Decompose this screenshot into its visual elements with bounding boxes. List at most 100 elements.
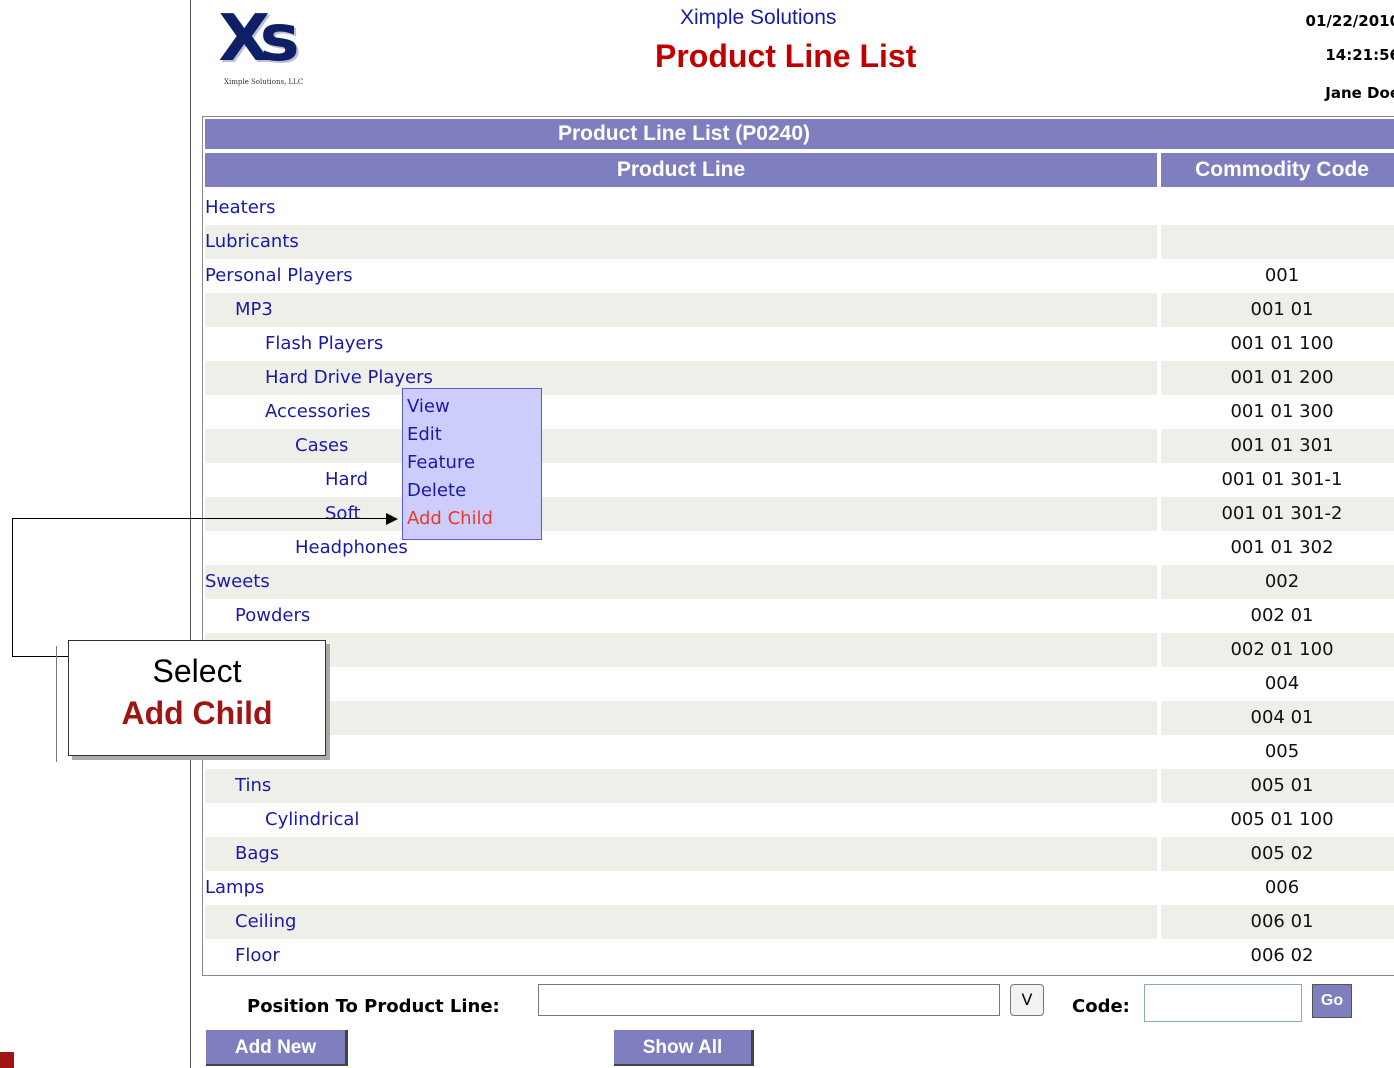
callout-tick-left (56, 646, 57, 762)
table-row: Powders 002 01 (205, 599, 1394, 633)
commodity-code-cell: 001 01 301-1 (1221, 469, 1343, 490)
table-row: 005 (205, 735, 1394, 769)
product-line-link[interactable]: Hard (205, 463, 1157, 497)
table-caption-text: Product Line List (P0240) (557, 122, 811, 145)
commodity-code-cell: 001 01 200 (1161, 361, 1394, 395)
product-line-link[interactable] (205, 735, 1157, 769)
table-row: Personal Players 001 (205, 259, 1394, 293)
menu-item-edit[interactable]: Edit (407, 421, 442, 449)
commodity-code-cell: 004 01 (1161, 701, 1394, 735)
header-user: Jane Doe (1325, 84, 1394, 102)
position-label: Position To Product Line: (247, 996, 500, 1017)
context-menu: View Edit Feature Delete Add Child (402, 388, 542, 540)
product-line-link[interactable]: Flash Players (205, 327, 1157, 361)
commodity-code-cell: 002 01 100 (1161, 633, 1394, 667)
commodity-code-cell: 006 02 (1250, 945, 1314, 966)
show-all-button[interactable]: Show All (614, 1030, 754, 1066)
table-row: Lamps 006 (205, 871, 1394, 905)
arrow-head-icon (386, 513, 398, 525)
table-row: Ceiling 006 01 (205, 905, 1394, 939)
menu-item-view[interactable]: View (407, 393, 450, 421)
commodity-code-cell: 001 01 (1161, 293, 1394, 327)
logo-subtext: Ximple Solutions, LLC (224, 78, 304, 86)
commodity-code-cell (1161, 225, 1394, 259)
product-line-link[interactable] (205, 633, 1157, 667)
commodity-code-cell: 005 01 100 (1230, 809, 1334, 830)
commodity-code-cell: 001 01 302 (1230, 537, 1334, 558)
product-line-link[interactable]: Personal Players (205, 259, 1157, 293)
table-row: Cylindrical 005 01 100 (205, 803, 1394, 837)
product-line-link[interactable]: Lamps (205, 871, 1157, 905)
table-row: Heaters (205, 191, 1394, 225)
table-row: Soft 001 01 301-2 (205, 497, 1394, 531)
commodity-code-cell: 005 01 (1161, 769, 1394, 803)
code-input[interactable] (1144, 984, 1302, 1022)
position-input[interactable] (538, 984, 1000, 1016)
commodity-code-cell: 004 (1264, 673, 1300, 694)
table-row: 002 01 100 (205, 633, 1394, 667)
commodity-code-cell: 001 (1264, 265, 1300, 286)
commodity-code-cell: 001 01 301 (1161, 429, 1394, 463)
menu-item-delete[interactable]: Delete (407, 477, 466, 505)
table-row: Lubricants (205, 225, 1394, 259)
product-line-link[interactable]: Bags (205, 837, 1157, 871)
commodity-code-cell: 001 01 300 (1230, 401, 1334, 422)
product-line-link[interactable]: Powders (205, 599, 1157, 633)
go-button[interactable]: Go (1312, 984, 1352, 1018)
callout-line-1: Select (152, 653, 242, 689)
table-row: Headphones 001 01 302 (205, 531, 1394, 565)
product-line-link[interactable]: Cases (205, 429, 1157, 463)
column-header-product-line[interactable]: Product Line (205, 153, 1157, 187)
table-row: Accessories 001 01 300 (205, 395, 1394, 429)
commodity-code-cell: 002 01 (1250, 605, 1314, 626)
commodity-code-cell (1161, 191, 1394, 225)
logo-mark: Xs (218, 2, 299, 76)
commodity-code-cell: 001 01 100 (1230, 333, 1334, 354)
page-frame-line (190, 0, 191, 1068)
company-logo: Xs Ximple Solutions, LLC (212, 2, 352, 96)
commodity-code-cell: 006 (1264, 877, 1300, 898)
product-line-link[interactable]: Headphones (205, 531, 1157, 565)
table-row: Cases 001 01 301 (205, 429, 1394, 463)
product-line-link[interactable]: Cylindrical (205, 803, 1157, 837)
table-row: 004 01 (205, 701, 1394, 735)
product-line-link[interactable] (205, 701, 1157, 735)
product-line-link[interactable]: Lubricants (205, 225, 1157, 259)
product-line-link[interactable]: Sweets (205, 565, 1157, 599)
connector-line-bottom (12, 656, 68, 657)
table-body: Heaters Lubricants Personal Players 001 MP3 0… (205, 191, 1394, 973)
table-row: MP3 001 01 (205, 293, 1394, 327)
table-row: Hard 001 01 301-1 (205, 463, 1394, 497)
product-line-link[interactable]: Hard Drive Players (205, 361, 1157, 395)
header-time: 14:21:56 (1325, 46, 1394, 64)
table-row: Tins 005 01 (205, 769, 1394, 803)
commodity-code-cell: 001 01 301-2 (1161, 497, 1394, 531)
product-line-link[interactable]: Soft (205, 497, 1157, 531)
menu-item-add-child[interactable]: Add Child (407, 505, 493, 533)
add-new-button[interactable]: Add New (206, 1030, 348, 1066)
menu-item-feature[interactable]: Feature (407, 449, 475, 477)
table-row: Floor 006 02 (205, 939, 1394, 973)
commodity-code-cell: 002 (1161, 565, 1394, 599)
v-button[interactable]: V (1010, 984, 1044, 1016)
table-row: Hard Drive Players 001 01 200 (205, 361, 1394, 395)
product-line-link[interactable]: Ceiling (205, 905, 1157, 939)
commodity-code-cell: 006 01 (1161, 905, 1394, 939)
product-line-link[interactable]: es (205, 667, 1157, 701)
product-line-link[interactable]: Floor (205, 939, 1157, 973)
product-line-link[interactable]: Heaters (205, 191, 1157, 225)
product-line-link[interactable]: MP3 (205, 293, 1157, 327)
code-label: Code: (1072, 996, 1130, 1017)
table-row: Bags 005 02 (205, 837, 1394, 871)
table-row: es 004 (205, 667, 1394, 701)
connector-line-vertical (12, 518, 13, 656)
table-row: Flash Players 001 01 100 (205, 327, 1394, 361)
page-title: Product Line List (655, 38, 917, 74)
product-line-link[interactable]: Tins (205, 769, 1157, 803)
commodity-code-cell: 005 02 (1161, 837, 1394, 871)
column-header-commodity-code[interactable]: Commodity Code (1161, 153, 1394, 187)
product-line-link[interactable]: Accessories (205, 395, 1157, 429)
table-header-row: Product Line Commodity Code (205, 153, 1394, 187)
table-row: Sweets 002 (205, 565, 1394, 599)
table-caption: Product Line List (P0240) (205, 119, 1394, 149)
